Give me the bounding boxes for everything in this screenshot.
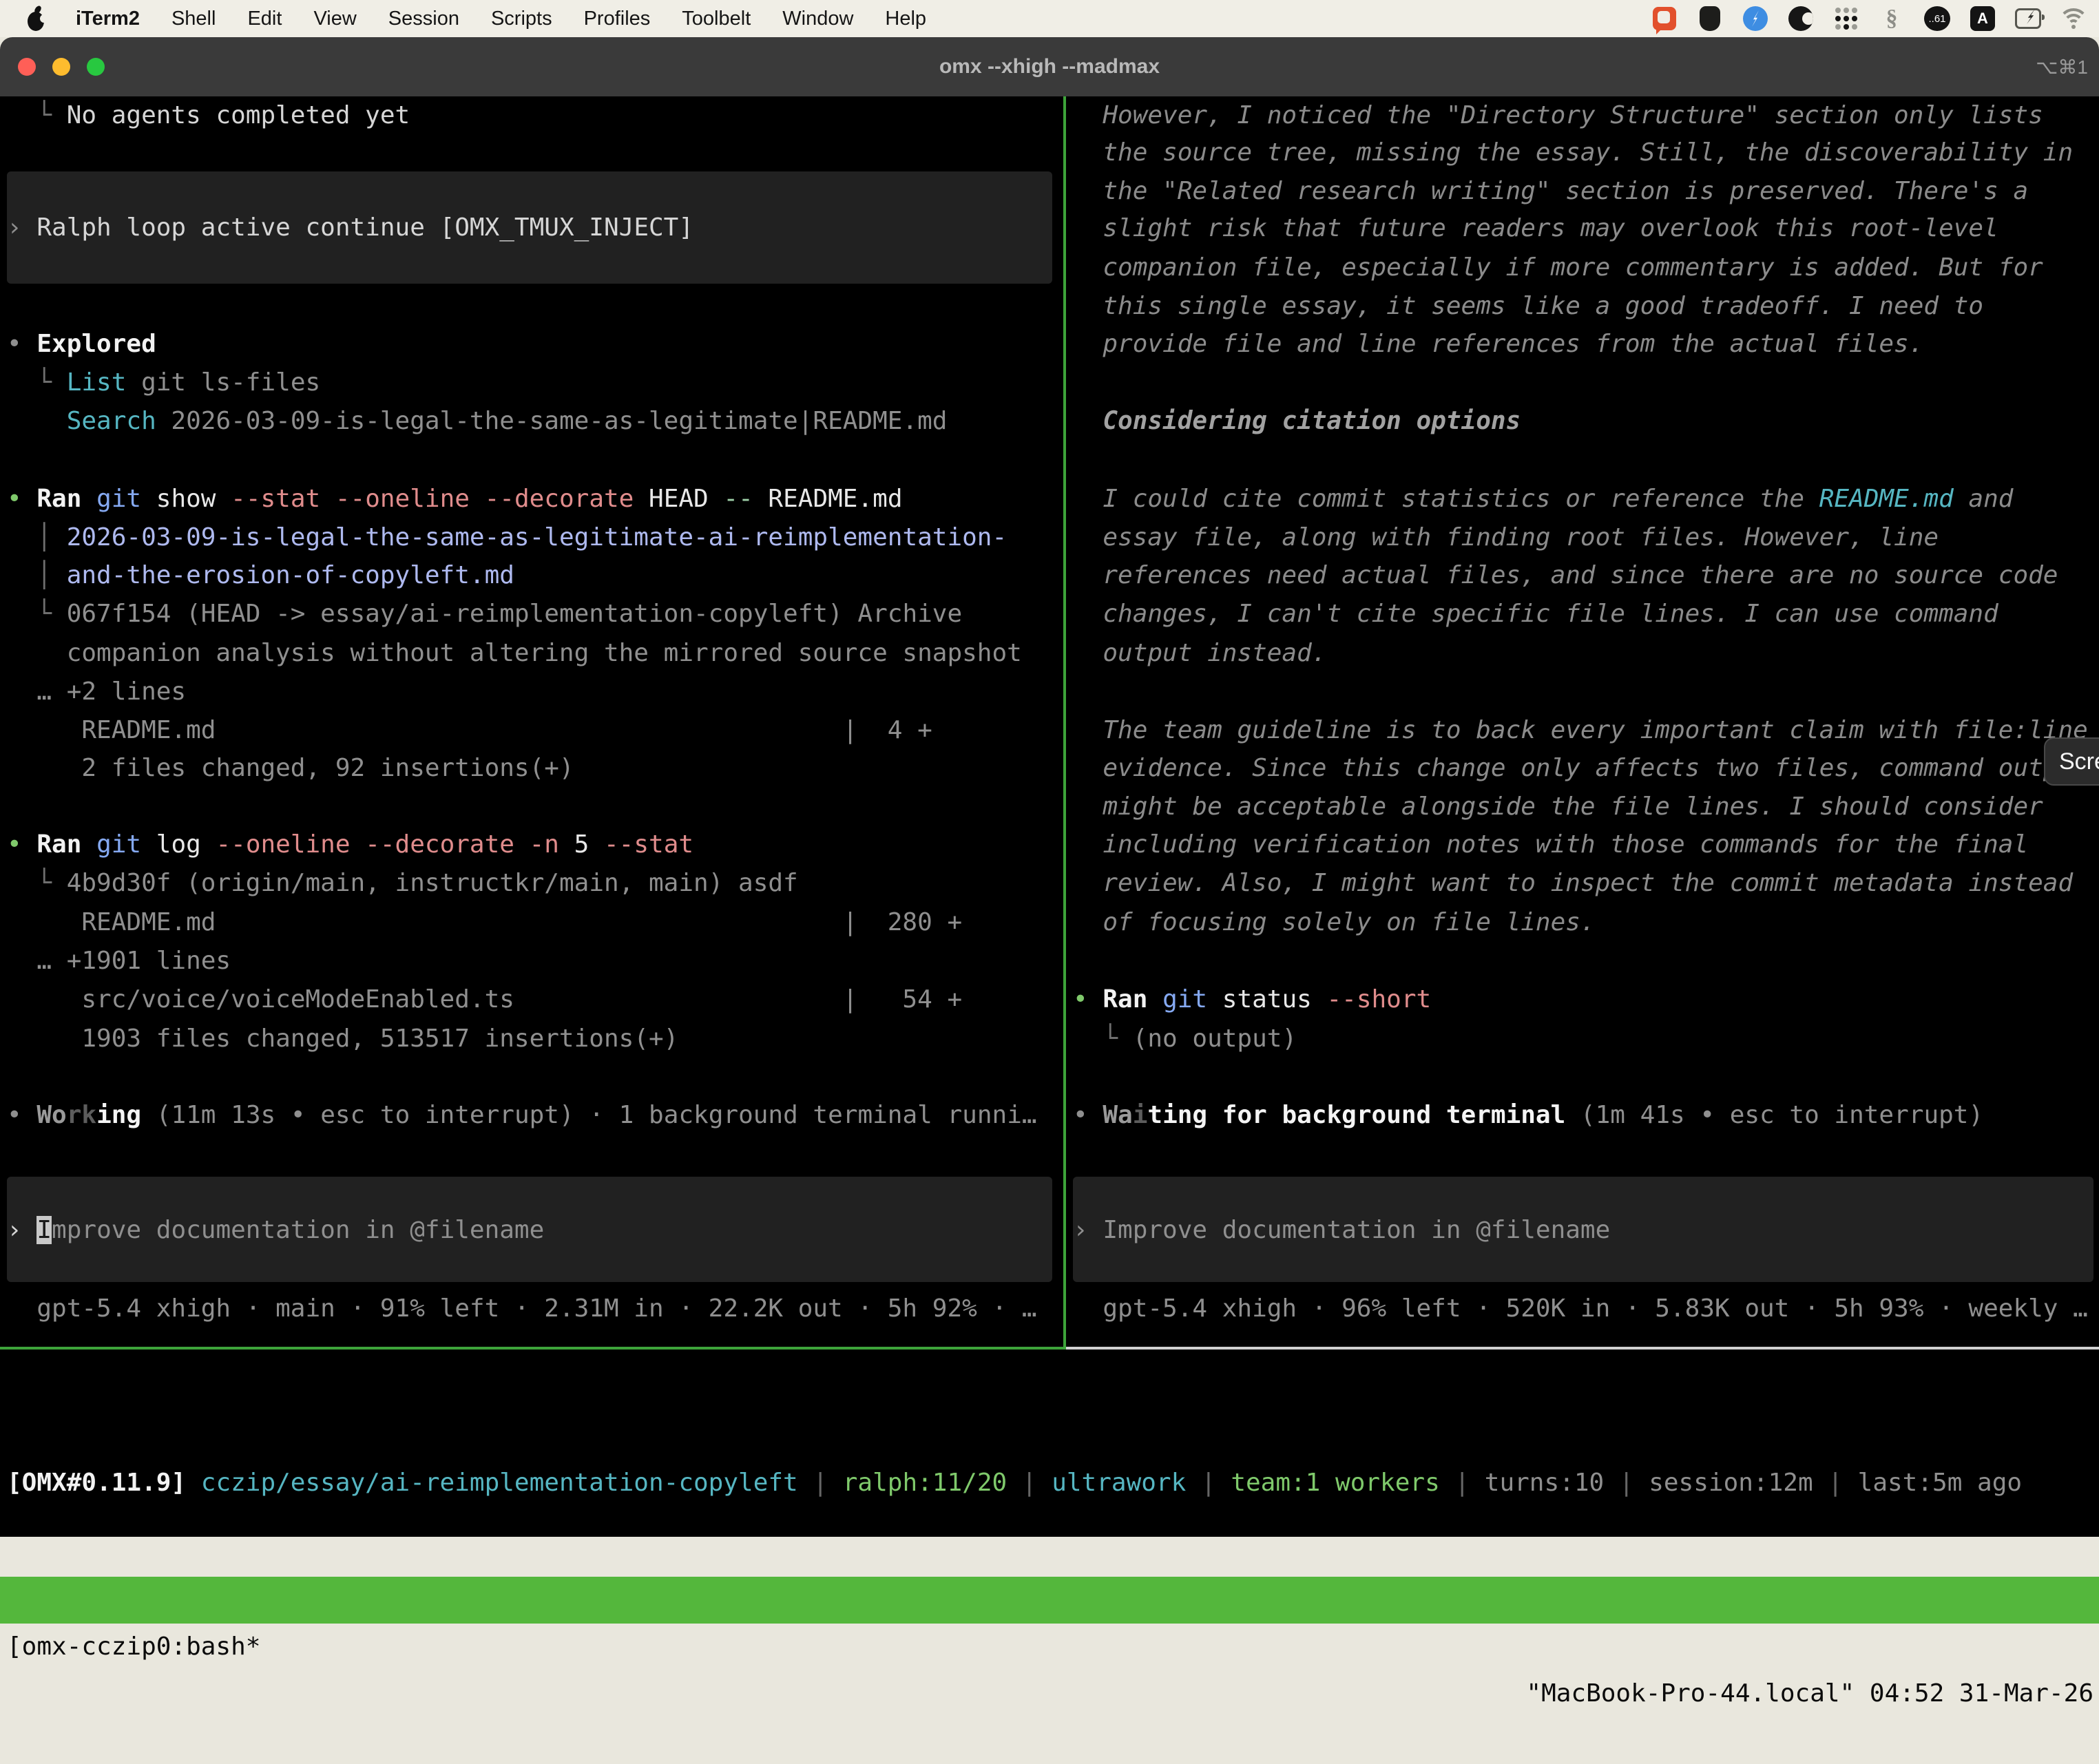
terminal-line: README.md | 4 + [7, 711, 932, 750]
tmux-status-bar: [omx-cczip0:bash* "MacBook-Pro-44.local"… [0, 1577, 2099, 1624]
menu-item-help[interactable]: Help [885, 8, 926, 30]
terminal-line: • Ran git show --stat --oneline --decora… [7, 480, 903, 518]
tmux-session-name[interactable]: [omx-cczip0:bash* [7, 1624, 260, 1670]
menu-status-icons: § ..61 A [1651, 0, 2087, 37]
terminal-line: src/voice/voiceModeEnabled.ts | 54 + [7, 980, 962, 1019]
terminal-line: │ 2026-03-09-is-legal-the-same-as-legiti… [7, 518, 1007, 557]
terminal-line: might be acceptable alongside the file l… [1073, 788, 2043, 826]
terminal-line: companion file, especially if more comme… [1073, 249, 2043, 287]
tmux-host-and-clock: "MacBook-Pro-44.local" 04:52 31-Mar-26 [1526, 1670, 2093, 1717]
terminal-line: 1903 files changed, 513517 insertions(+) [7, 1020, 678, 1058]
terminal-line: I could cite commit statistics or refere… [1073, 480, 2013, 518]
terminal-line: Search 2026-03-09-is-legal-the-same-as-l… [7, 402, 947, 441]
terminal-line: … +2 lines [7, 673, 186, 711]
terminal-line: references need actual files, and since … [1073, 556, 2058, 595]
terminal-line: output instead. [1073, 634, 1326, 673]
right-pane[interactable]: However, I noticed the "Directory Struct… [1066, 96, 2099, 1347]
crescent-icon[interactable] [1788, 6, 1814, 32]
window-title: omx --xhigh --madmax [0, 37, 2099, 96]
inactive-pane-border [1066, 1347, 2099, 1350]
dots-grid-icon[interactable] [1833, 6, 1859, 32]
thinking-heading: Considering citation options [1073, 402, 1521, 441]
terminal-line: slight risk that future readers may over… [1073, 209, 1998, 248]
terminal-line: essay file, along with finding root file… [1073, 518, 1939, 557]
terminal-line: └ (no output) [1073, 1020, 1297, 1058]
input-source-icon[interactable]: A [1970, 6, 1996, 32]
terminal-line: … +1901 lines [7, 942, 231, 980]
s-curve-icon[interactable]: § [1879, 6, 1905, 32]
terminal-line: However, I noticed the "Directory Struct… [1073, 96, 2043, 135]
menu-bar: iTerm2 Shell Edit View Session Scripts P… [0, 0, 2099, 37]
window-title-bar[interactable]: omx --xhigh --madmax ⌥⌘1 [0, 37, 2099, 96]
terminal-line: The team guideline is to back every impo… [1073, 711, 2088, 750]
menu-item-view[interactable]: View [313, 8, 356, 30]
menu-item-profiles[interactable]: Profiles [584, 8, 651, 30]
menu-item-iterm2[interactable]: iTerm2 [76, 8, 140, 30]
terminal-line: companion analysis without altering the … [7, 634, 1022, 673]
terminal-line: of focusing solely on file lines. [1073, 903, 1596, 942]
apple-menu-icon[interactable] [25, 5, 48, 32]
waiting-status-line: • Waiting for background terminal (1m 41… [1073, 1096, 1983, 1135]
terminal-line: provide file and line references from th… [1073, 325, 1923, 364]
blue-lightning-icon[interactable] [1742, 6, 1768, 32]
terminal-line: review. Also, I might want to inspect th… [1073, 864, 2073, 903]
terminal-line: └ 4b9d30f (origin/main, instructkr/main,… [7, 864, 798, 903]
wifi-icon[interactable] [2060, 6, 2087, 32]
window-shortcut-badge: ⌥⌘1 [2036, 37, 2088, 96]
screen-tooltip-text: Scre [2059, 748, 2099, 775]
terminal-line: └ 067f154 (HEAD -> essay/ai-reimplementa… [7, 595, 962, 633]
menu-item-session[interactable]: Session [388, 8, 459, 30]
omx-session-status-line: [OMX#0.11.9] cczip/essay/ai-reimplementa… [7, 1464, 2022, 1502]
model-status-line: gpt-5.4 xhigh · 96% left · 520K in · 5.8… [1073, 1290, 2088, 1328]
terminal-line: including verification notes with those … [1073, 826, 2028, 864]
menu-item-scripts[interactable]: Scripts [491, 8, 552, 30]
active-pane-border [0, 1347, 1066, 1350]
working-status-line: • Working (11m 13s • esc to interrupt) ·… [7, 1096, 1037, 1135]
menu-item-toolbelt[interactable]: Toolbelt [682, 8, 751, 30]
inject-banner-text: › Ralph loop active continue [OMX_TMUX_I… [7, 209, 693, 247]
terminal-line: • Ran git status --short [1073, 980, 1431, 1019]
terminal-line: changes, I can't cite specific file line… [1073, 595, 1998, 633]
model-status-line: gpt-5.4 xhigh · main · 91% left · 2.31M … [7, 1290, 1037, 1328]
left-pane[interactable]: └ No agents completed yet › Ralph loop a… [7, 96, 1063, 1347]
menu-item-edit[interactable]: Edit [247, 8, 282, 30]
menu-item-window[interactable]: Window [782, 8, 853, 30]
terminal-line: • Ran git log --oneline --decorate -n 5 … [7, 826, 693, 864]
terminal-line: README.md | 280 + [7, 903, 962, 942]
terminal-line: • Explored [7, 325, 156, 364]
terminal-line: evidence. Since this change only affects… [1073, 749, 2088, 788]
menu-item-shell[interactable]: Shell [171, 8, 216, 30]
terminal-line: │ and-the-erosion-of-copyleft.md [7, 556, 514, 595]
terminal-line: the "Related research writing" section i… [1073, 172, 2028, 211]
screen-tooltip: Scre [2044, 737, 2099, 786]
terminal-line: 2 files changed, 92 insertions(+) [7, 749, 574, 788]
terminal-line: this single essay, it seems like a good … [1073, 287, 1983, 326]
prompt-input-text[interactable]: › Improve documentation in @filename [7, 1211, 544, 1250]
menu-items: iTerm2 Shell Edit View Session Scripts P… [76, 8, 926, 30]
battery-icon[interactable] [2015, 6, 2041, 32]
prompt-input-text[interactable]: › Improve documentation in @filename [1073, 1211, 1610, 1250]
screen-recording-indicator-icon[interactable] [1651, 6, 1678, 32]
terminal: └ No agents completed yet › Ralph loop a… [0, 96, 2099, 1537]
shield-grid-icon[interactable] [1697, 6, 1723, 32]
battery-percent-badge[interactable]: ..61 [1924, 6, 1950, 32]
terminal-line: the source tree, missing the essay. Stil… [1073, 134, 2073, 172]
terminal-line: └ List git ls-files [7, 364, 320, 402]
terminal-line: └ No agents completed yet [7, 96, 410, 135]
